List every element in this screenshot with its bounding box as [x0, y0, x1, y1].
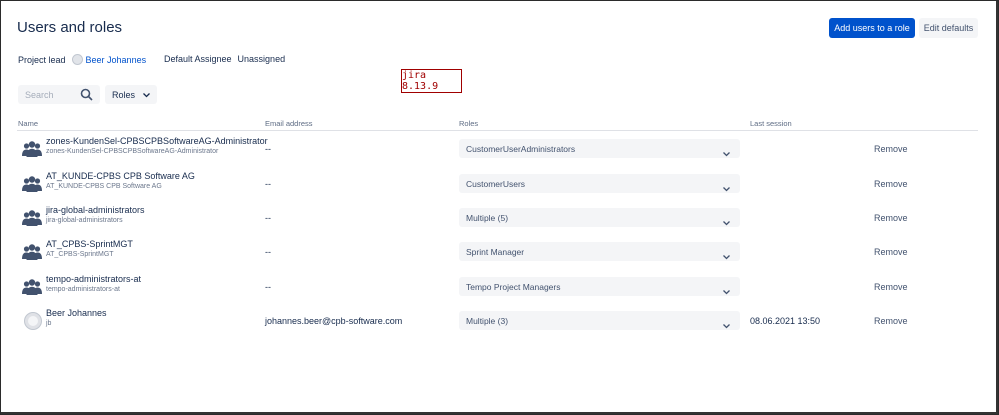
group-icon	[22, 277, 42, 297]
member-email: johannes.beer@cpb-software.com	[265, 316, 403, 326]
users-and-roles-page: Users and roles Add users to a role Edit…	[0, 0, 999, 415]
remove-link[interactable]: Remove	[874, 282, 908, 292]
table-row: Beer Johannes jb johannes.beer@cpb-softwar…	[1, 304, 999, 338]
role-select-value: CustomerUserAdministrators	[466, 144, 576, 154]
role-select-value: Tempo Project Managers	[466, 282, 561, 292]
chevron-down-icon	[143, 90, 150, 100]
role-select-value: CustomerUsers	[466, 179, 526, 189]
column-header-email: Email address	[265, 119, 313, 128]
role-select[interactable]: Sprint Manager	[459, 242, 740, 261]
chevron-down-icon	[723, 247, 730, 265]
member-email: --	[265, 282, 271, 292]
column-header-last-session: Last session	[750, 119, 792, 128]
remove-link[interactable]: Remove	[874, 144, 908, 154]
group-icon	[22, 242, 42, 262]
roles-filter-label: Roles	[112, 89, 136, 100]
default-assignee: Default Assignee Unassigned	[164, 54, 285, 64]
column-header-name: Name	[18, 119, 39, 128]
table-row: jira-global-administrators jira-global-ad…	[1, 201, 999, 235]
group-icon	[22, 139, 42, 159]
edit-defaults-button[interactable]: Edit defaults	[919, 18, 978, 38]
chevron-down-icon	[723, 213, 730, 231]
member-name: Beer Johannes	[46, 308, 107, 318]
member-id: jb	[46, 320, 52, 327]
member-id: AT_KUNDE-CPBS CPB Software AG	[46, 183, 162, 190]
member-email: --	[265, 213, 271, 223]
column-header-roles: Roles	[459, 119, 479, 128]
search-input[interactable]: Search	[18, 85, 100, 104]
remove-link[interactable]: Remove	[874, 179, 908, 189]
avatar	[24, 312, 42, 330]
member-id: zones-KundenSel-CPBSCPBSoftwareAG-Admini…	[46, 148, 219, 155]
version-annotation: jira 8.13.9	[401, 69, 462, 93]
table-row: tempo-administrators-at tempo-administrat…	[1, 270, 999, 304]
member-id: tempo-administrators-at	[46, 286, 120, 293]
chevron-down-icon	[723, 144, 730, 162]
search-icon[interactable]	[80, 88, 93, 106]
member-id: jira-global-administrators	[46, 217, 123, 224]
table-row: AT_CPBS-SprintMGT AT_CPBS-SprintMGT -- Spri…	[1, 235, 999, 269]
add-users-to-role-button[interactable]: Add users to a role	[829, 18, 915, 38]
table-row: zones-KundenSel-CPBSCPBSoftwareAG-Admini…	[1, 132, 999, 166]
role-select[interactable]: Multiple (5)	[459, 208, 740, 227]
last-session: 08.06.2021 13:50	[750, 316, 821, 326]
default-assignee-value: Unassigned	[237, 54, 286, 64]
member-email: --	[265, 144, 271, 154]
remove-link[interactable]: Remove	[874, 316, 908, 326]
member-name: AT_CPBS-SprintMGT	[46, 239, 133, 249]
member-id: AT_CPBS-SprintMGT	[46, 251, 114, 258]
role-select[interactable]: Multiple (3)	[459, 311, 740, 330]
role-select-value: Sprint Manager	[466, 247, 525, 257]
chevron-down-icon	[723, 179, 730, 197]
member-name: zones-KundenSel-CPBSCPBSoftwareAG-Admini…	[46, 136, 268, 146]
group-icon	[22, 208, 42, 228]
member-name: jira-global-administrators	[46, 205, 145, 215]
member-email: --	[265, 179, 271, 189]
member-name: tempo-administrators-at	[46, 274, 142, 284]
remove-link[interactable]: Remove	[874, 247, 908, 257]
search-placeholder: Search	[25, 90, 54, 100]
chevron-down-icon	[723, 282, 730, 300]
role-select[interactable]: Tempo Project Managers	[459, 277, 740, 296]
default-assignee-label: Default Assignee	[164, 54, 232, 64]
role-select[interactable]: CustomerUserAdministrators	[459, 139, 740, 158]
member-email: --	[265, 247, 271, 257]
project-lead-avatar	[71, 54, 83, 65]
role-select-value: Multiple (5)	[466, 213, 509, 223]
group-icon	[22, 174, 42, 194]
project-lead-link[interactable]: Beer Johannes	[86, 55, 147, 65]
remove-link[interactable]: Remove	[874, 213, 908, 223]
page-title: Users and roles	[17, 19, 123, 36]
role-select[interactable]: CustomerUsers	[459, 174, 740, 193]
roles-filter-dropdown[interactable]: Roles	[105, 85, 157, 104]
chevron-down-icon	[723, 316, 730, 334]
member-name: AT_KUNDE-CPBS CPB Software AG	[46, 171, 195, 181]
project-lead: Project lead Beer Johannes	[18, 54, 146, 65]
project-lead-label: Project lead	[18, 54, 66, 65]
header-divider	[17, 130, 978, 131]
table-row: AT_KUNDE-CPBS CPB Software AG AT_KUNDE-CP…	[1, 167, 999, 201]
role-select-value: Multiple (3)	[466, 316, 509, 326]
